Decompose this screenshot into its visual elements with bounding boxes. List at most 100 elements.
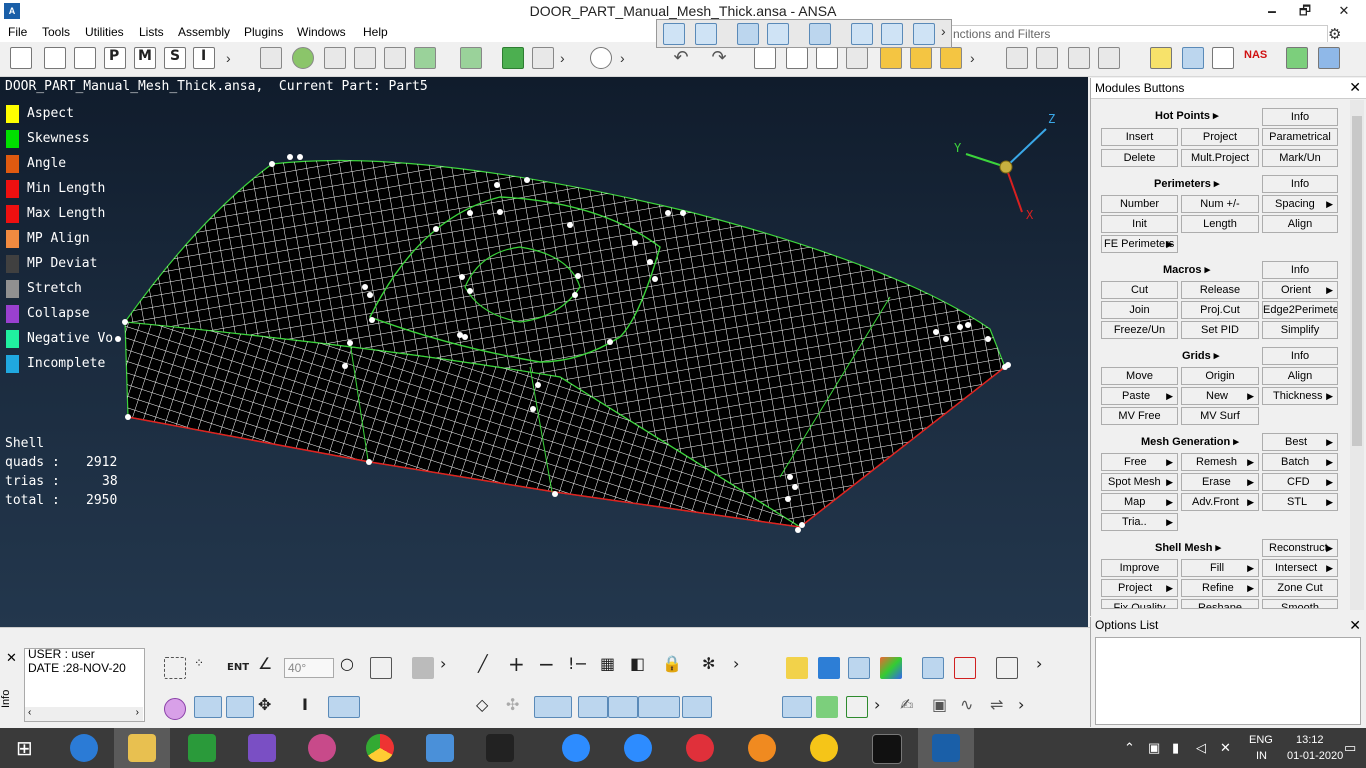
more-chevron-icon[interactable]: › [1036,654,1042,673]
dashed-shape-icon[interactable]: ◇ [476,695,488,714]
more-chevron-icon[interactable]: › [226,50,231,66]
ent-cube-icon[interactable] [786,657,808,679]
num-plus-minus-button[interactable]: Num +/- [1181,195,1259,213]
minus-icon[interactable]: − [538,652,555,676]
parametrical-button[interactable]: Parametrical [1262,128,1338,146]
taskbar-chrome[interactable] [352,728,408,768]
intersect-button[interactable]: Intersect ▶ [1262,559,1338,577]
close-icon[interactable]: ✕ [1349,79,1361,96]
zone-cut-button[interactable]: Zone Cut [1262,579,1338,597]
undo-icon[interactable]: ↶ [670,47,692,69]
menu-plugins[interactable]: Plugins [244,25,283,39]
diamond-green-icon[interactable] [682,696,712,718]
section-mesh-generation[interactable]: Mesh Generation ▸ [1141,435,1239,448]
release-button[interactable]: Release [1181,281,1259,299]
thickness-button[interactable]: Thickness ▶ [1262,387,1338,405]
checkbox-icon[interactable] [502,47,524,69]
number-button[interactable]: Number [1101,195,1178,213]
graphics-viewport[interactable]: DOOR_PART_Manual_Mesh_Thick.ansa, Curren… [0,77,1088,627]
settings-green-icon[interactable] [292,47,314,69]
zoom-search-icon[interactable] [590,47,612,69]
spacing-button[interactable]: Spacing ▶ [1262,195,1338,213]
copy-icon[interactable] [324,47,346,69]
mesh-model[interactable] [0,77,1088,627]
grids-info-button[interactable]: Info [1262,347,1338,365]
stl-button[interactable]: STL ▶ [1262,493,1338,511]
close-window-button[interactable]: ✕ [1322,0,1366,22]
mult-project-button[interactable]: Mult.Project [1181,149,1259,167]
search-input[interactable]: nctions and Filters [948,25,1328,43]
sphere-icon[interactable] [164,698,186,720]
notification-icon[interactable]: ▭ [1344,740,1356,756]
split-icon[interactable] [328,696,360,718]
tag-select-icon[interactable] [534,696,572,718]
grid-green-icon[interactable] [846,696,868,718]
info-box[interactable]: USER : user DATE :28-NOV-20 ‹ › [24,647,145,722]
select-points-icon[interactable] [663,23,685,45]
m-icon[interactable]: M [134,47,156,69]
box-select-icon[interactable] [767,23,789,45]
tray-speaker-icon[interactable]: ✕ [1220,740,1231,756]
angle-icon[interactable]: ∠ [258,654,272,673]
plane-icon[interactable] [851,23,873,45]
insert-button[interactable]: Insert [1101,128,1178,146]
offset-icon[interactable]: ⇌ [990,695,1003,714]
minimize-button[interactable]: 🗕 [1257,0,1287,22]
cfd-button[interactable]: CFD ▶ [1262,473,1338,491]
origin-button[interactable]: Origin [1181,367,1259,385]
gray-shape-icon[interactable]: ✣ [506,695,519,714]
section-hot-points[interactable]: Hot Points ▸ [1155,109,1219,122]
perimeters-info-button[interactable]: Info [1262,175,1338,193]
settings-gear-icon[interactable]: ⚙ [1328,25,1341,43]
edit-icon[interactable] [1036,47,1058,69]
sign-icon[interactable]: ✍ [900,695,913,714]
calculator-icon[interactable] [260,47,282,69]
map-button[interactable]: Map ▶ [1101,493,1178,511]
mv-surf-button[interactable]: MV Surf [1181,407,1259,425]
face-select-icon[interactable] [194,696,222,718]
simplify-button[interactable]: Simplify [1262,321,1338,339]
refine-button[interactable]: Refine ▶ [1181,579,1259,597]
taskbar-app-green[interactable] [174,728,230,768]
network-icon[interactable]: ✻ [702,654,715,673]
more-chevron-icon[interactable]: › [560,50,565,66]
taskbar-ie[interactable] [56,728,112,768]
menu-assembly[interactable]: Assembly [178,25,230,39]
macros-info-button[interactable]: Info [1262,261,1338,279]
move-button[interactable]: Move [1101,367,1178,385]
smooth-button[interactable]: Smooth [1262,599,1338,609]
fix-quality-button[interactable]: Fix Quality [1101,599,1178,609]
not-icon[interactable]: !− [568,654,588,673]
section-shell-mesh[interactable]: Shell Mesh ▸ [1155,541,1221,554]
transform-icon[interactable] [846,47,868,69]
taskbar-app-red[interactable] [294,728,350,768]
curve-icon[interactable]: ∿ [960,695,973,714]
nas-icon[interactable]: NAS [1244,47,1267,69]
section-grids[interactable]: Grids ▸ [1182,349,1219,362]
plus-icon[interactable]: + [508,652,525,676]
tray-battery-icon[interactable]: ▮ [1172,740,1179,756]
select-box-icon[interactable] [164,657,186,679]
layers-icon[interactable] [414,47,436,69]
redo-icon[interactable]: ↷ [708,47,730,69]
mesh-cube-icon[interactable] [1212,47,1234,69]
shading-icon[interactable] [809,23,831,45]
cut-button[interactable]: Cut [1101,281,1178,299]
more-chevron-icon[interactable]: › [440,654,446,673]
delete-bin-icon[interactable] [816,47,838,69]
more-chevron-icon[interactable]: › [941,23,946,39]
cube-wire-icon[interactable] [848,657,870,679]
cube-color-icon[interactable] [880,657,902,679]
init-button[interactable]: Init [1101,215,1178,233]
adv-front-button[interactable]: Adv.Front ▶ [1181,493,1259,511]
filter-icon[interactable] [1068,47,1090,69]
erase-button[interactable]: Erase ▶ [1181,473,1259,491]
tray-volume-icon[interactable]: ◁ [1196,740,1206,756]
tray-network-icon[interactable]: ▣ [1148,740,1160,756]
diamond-yellow-icon[interactable] [578,696,608,718]
grid-align-button[interactable]: Align [1262,367,1338,385]
mesh-cube-select-icon[interactable] [922,657,944,679]
modules-scrollbar[interactable] [1350,100,1364,610]
tag-icon[interactable] [1150,47,1172,69]
table-icon[interactable] [754,47,776,69]
